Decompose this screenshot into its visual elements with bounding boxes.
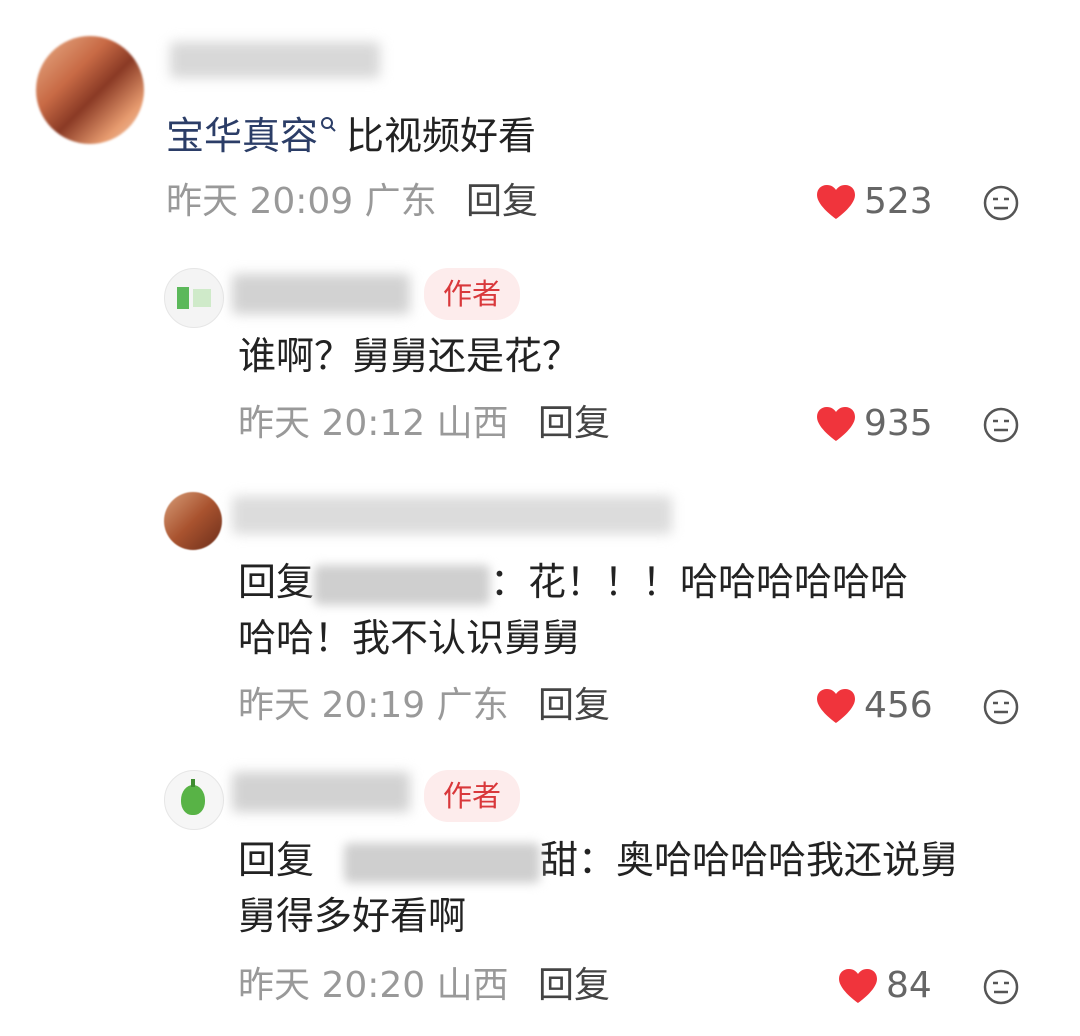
comment-text: 宝华真容 比视频好看 xyxy=(166,110,536,162)
emoji-icon[interactable] xyxy=(982,968,1020,1006)
like-count: 935 xyxy=(864,403,933,444)
comment-meta: 昨天 20:20 山西 xyxy=(238,962,509,1010)
avatar[interactable] xyxy=(36,36,144,144)
comment-meta: 昨天 20:12 山西 xyxy=(238,400,509,448)
heart-icon[interactable] xyxy=(816,688,856,724)
comment-text: 回复 甜：奥哈哈哈哈我还说舅 xyxy=(238,834,958,886)
avatar[interactable] xyxy=(164,268,224,328)
comment-body: ：花！！！哈哈哈哈哈哈 xyxy=(490,560,909,604)
username[interactable] xyxy=(232,274,410,314)
region: 广东 xyxy=(364,181,437,222)
heart-icon[interactable] xyxy=(816,184,856,220)
timestamp: 昨天 20:09 xyxy=(166,181,354,222)
heart-icon[interactable] xyxy=(838,968,878,1004)
comment-body: 比视频好看 xyxy=(346,114,537,158)
like-count: 456 xyxy=(864,685,933,726)
author-badge: 作者 xyxy=(424,770,520,822)
like-count: 523 xyxy=(864,181,933,222)
region: 山西 xyxy=(436,965,509,1006)
timestamp: 昨天 20:19 xyxy=(238,685,426,726)
username[interactable] xyxy=(170,42,380,78)
reply-button[interactable]: 回复 xyxy=(538,962,610,1010)
username[interactable] xyxy=(232,496,672,534)
author-badge: 作者 xyxy=(424,268,520,320)
reply-prefix: 回复 xyxy=(238,838,315,882)
comment-meta: 昨天 20:19 广东 xyxy=(238,682,509,730)
replied-username[interactable] xyxy=(314,564,491,605)
emoji-icon[interactable] xyxy=(982,184,1020,222)
reply-button[interactable]: 回复 xyxy=(466,178,538,226)
timestamp: 昨天 20:12 xyxy=(238,403,426,444)
like-count: 84 xyxy=(886,965,932,1006)
reply-button[interactable]: 回复 xyxy=(538,682,610,730)
search-icon xyxy=(321,117,336,132)
comment-body: 甜：奥哈哈哈哈我还说舅 xyxy=(540,838,959,882)
emoji-icon[interactable] xyxy=(982,406,1020,444)
comment-meta: 昨天 20:09 广东 xyxy=(166,178,437,226)
comment-text-line2: 哈哈！我不认识舅舅 xyxy=(238,616,581,660)
region: 广东 xyxy=(436,685,509,726)
avatar[interactable] xyxy=(164,492,222,550)
username[interactable] xyxy=(232,772,410,812)
heart-icon[interactable] xyxy=(816,406,856,442)
avatar[interactable] xyxy=(164,770,224,830)
emoji-icon[interactable] xyxy=(982,688,1020,726)
comment-text: 回复 ：花！！！哈哈哈哈哈哈 xyxy=(238,556,908,608)
reply-prefix: 回复 xyxy=(238,560,315,604)
comment-text-line2: 舅得多好看啊 xyxy=(238,894,467,938)
comment-text: 谁啊？舅舅还是花？ xyxy=(238,334,581,378)
reply-button[interactable]: 回复 xyxy=(538,400,610,448)
timestamp: 昨天 20:20 xyxy=(238,965,426,1006)
region: 山西 xyxy=(436,403,509,444)
replied-username[interactable] xyxy=(344,842,541,883)
search-mention-link[interactable]: 宝华真容 xyxy=(166,114,318,158)
